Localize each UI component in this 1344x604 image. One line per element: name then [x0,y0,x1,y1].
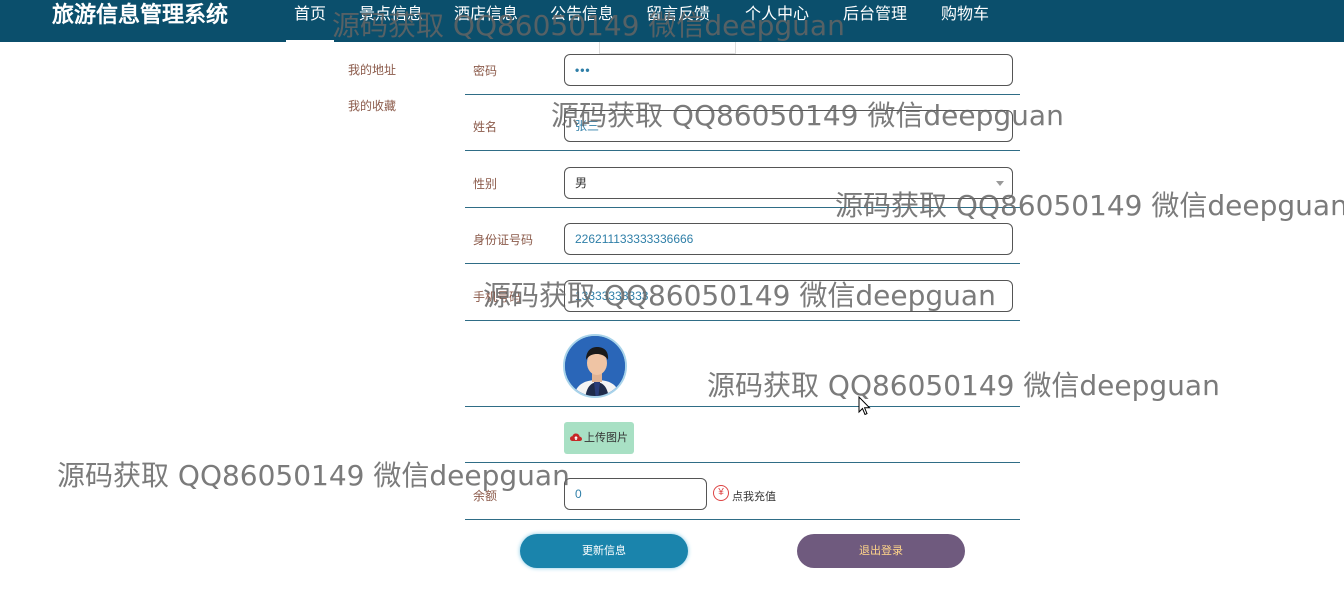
balance-field[interactable]: 0 [564,478,707,510]
id-card-label: 身份证号码 [473,233,534,247]
nav-item-hotels[interactable]: 酒店信息 [454,0,518,42]
gender-label: 性别 [473,177,498,191]
update-info-button[interactable]: 更新信息 [520,534,688,568]
upload-button-label: 上传图片 [584,432,628,444]
nav-item-cart[interactable]: 购物车 [941,0,989,42]
phone-label: 手机号码 [473,290,522,304]
id-card-field[interactable]: 226211133333336666 [564,223,1013,255]
watermark-text: 源码获取 QQ86050149 微信deepguan [707,369,1220,402]
gender-select[interactable]: 男 [564,167,1013,199]
nav-item-feedback[interactable]: 留言反馈 [646,0,710,42]
row-divider [465,462,1020,463]
recharge-link[interactable]: 点我充值 [732,488,776,504]
cloud-upload-icon [570,433,582,441]
top-navigation-bar: 旅游信息管理系统 首页 景点信息 酒店信息 公告信息 留言反馈 个人中心 后台管… [0,0,1344,42]
name-label: 姓名 [473,120,498,134]
nav-item-attractions[interactable]: 景点信息 [359,0,423,42]
row-divider [465,150,1020,151]
password-label: 密码 [473,64,498,78]
chevron-down-icon [996,181,1004,186]
avatar-photo [565,336,625,396]
yen-icon[interactable]: ¥ [713,485,729,501]
app-title: 旅游信息管理系统 [52,2,229,27]
upload-image-button[interactable]: 上传图片 [564,422,634,454]
row-divider [465,94,1020,95]
name-field[interactable]: 张三 [564,110,1013,142]
nav-item-announcements[interactable]: 公告信息 [550,0,614,42]
gender-selected-value: 男 [575,176,588,190]
password-field[interactable]: ••• [564,54,1013,86]
nav-item-home[interactable]: 首页 [286,0,334,42]
nav-item-admin[interactable]: 后台管理 [843,0,907,42]
phone-field[interactable]: 13333333333 [564,280,1013,312]
row-divider [465,207,1020,208]
row-divider [465,406,1020,407]
mouse-cursor-icon [858,396,871,416]
balance-label: 余额 [473,489,498,503]
row-divider [465,519,1020,520]
logout-button[interactable]: 退出登录 [797,534,965,568]
sidebar-item-my-address[interactable]: 我的地址 [348,61,396,78]
row-divider [465,320,1020,321]
row-divider [465,263,1020,264]
sidebar-item-my-favorites[interactable]: 我的收藏 [348,97,396,114]
dropdown-stub [599,42,736,54]
avatar [563,334,627,398]
nav-item-personal-center[interactable]: 个人中心 [745,0,809,42]
